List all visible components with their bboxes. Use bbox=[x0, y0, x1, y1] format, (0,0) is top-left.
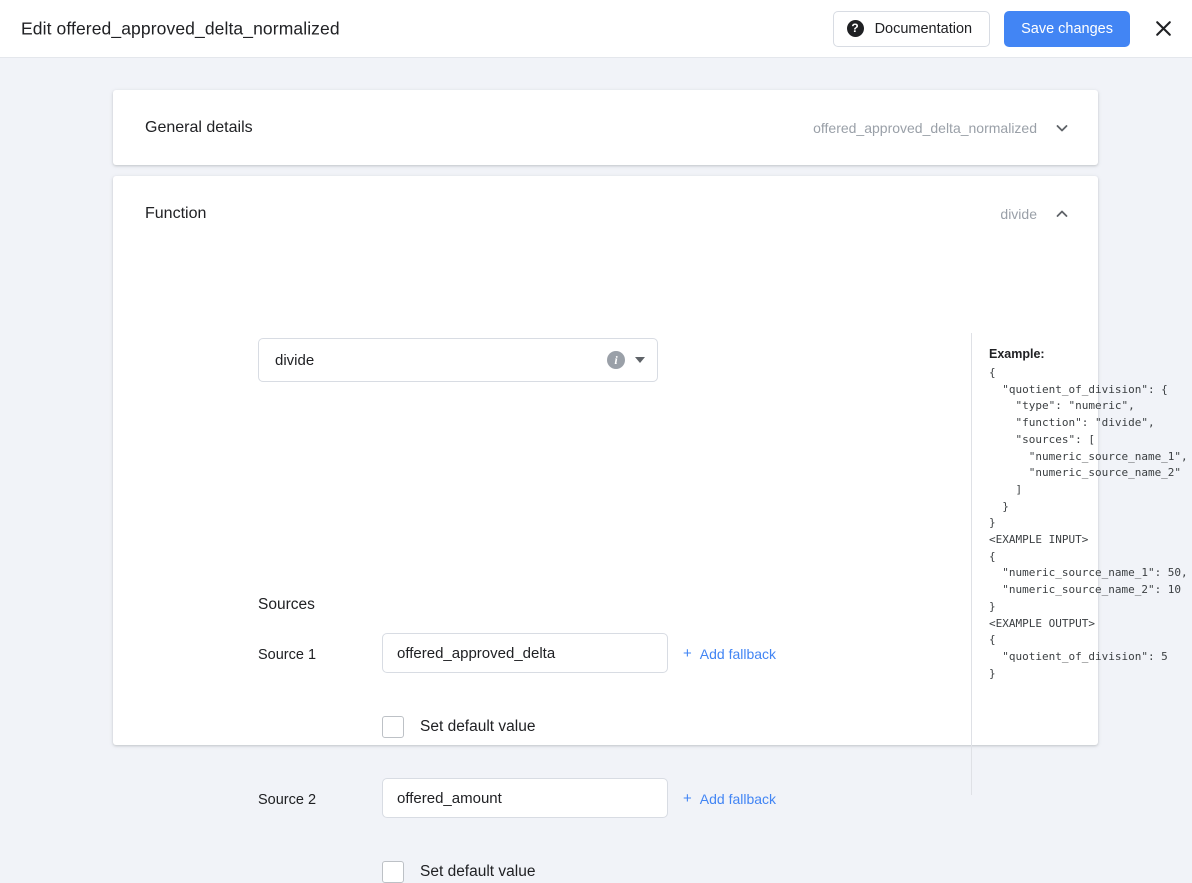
function-card: Function divide divide i Sources Source … bbox=[113, 176, 1188, 883]
general-details-header-right: offered_approved_delta_normalized bbox=[813, 120, 1070, 136]
source-2-label: Source 2 bbox=[258, 792, 317, 808]
general-details-card: General details offered_approved_delta_n… bbox=[113, 90, 1098, 165]
general-details-header[interactable]: General details offered_approved_delta_n… bbox=[113, 90, 1098, 165]
documentation-button-label: Documentation bbox=[874, 20, 973, 37]
chevron-down-icon[interactable] bbox=[1054, 120, 1070, 136]
source-1-input[interactable] bbox=[382, 633, 668, 673]
function-section-header-right: divide bbox=[1000, 206, 1070, 222]
add-fallback-label: Add fallback bbox=[699, 790, 777, 807]
general-details-value: offered_approved_delta_normalized bbox=[813, 119, 1037, 136]
page-title: Edit offered_approved_delta_normalized bbox=[21, 18, 340, 38]
source-1-add-fallback-link[interactable]: + Add fallback bbox=[683, 645, 776, 662]
chevron-down-icon[interactable] bbox=[635, 357, 645, 363]
chevron-up-icon[interactable] bbox=[1054, 206, 1070, 222]
function-section-value: divide bbox=[1000, 205, 1037, 222]
example-title: Example: bbox=[989, 347, 1045, 361]
close-icon bbox=[1155, 21, 1171, 36]
documentation-button[interactable]: ? Documentation bbox=[832, 10, 991, 47]
function-select-value: divide bbox=[275, 351, 315, 369]
general-details-title: General details bbox=[145, 118, 253, 136]
info-circle-icon[interactable]: i bbox=[607, 351, 625, 369]
function-section-title: Function bbox=[145, 204, 207, 222]
source-1-set-default-label[interactable]: Set default value bbox=[420, 718, 535, 736]
top-bar: Edit offered_approved_delta_normalized ?… bbox=[0, 0, 1192, 58]
source-1-default-row: Set default value bbox=[382, 716, 535, 738]
source-1-label: Source 1 bbox=[258, 647, 317, 663]
source-2-default-row: Set default value bbox=[382, 861, 535, 883]
plus-icon: + bbox=[683, 645, 692, 662]
close-button[interactable] bbox=[1148, 14, 1178, 44]
source-2-add-fallback-link[interactable]: + Add fallback bbox=[683, 790, 776, 807]
add-fallback-label: Add fallback bbox=[699, 645, 777, 662]
help-circle-icon: ? bbox=[846, 20, 864, 37]
function-select[interactable]: divide i bbox=[258, 338, 658, 382]
plus-icon: + bbox=[683, 790, 692, 807]
source-2-input[interactable] bbox=[382, 778, 668, 818]
sources-label: Sources bbox=[258, 596, 315, 613]
source-2-set-default-label[interactable]: Set default value bbox=[420, 863, 535, 881]
source-2-set-default-checkbox[interactable] bbox=[382, 861, 404, 883]
example-code: { "quotient_of_division": { "type": "num… bbox=[989, 366, 1188, 680]
panel-divider bbox=[971, 333, 972, 795]
function-section-header[interactable]: Function divide bbox=[113, 176, 1098, 251]
source-1-set-default-checkbox[interactable] bbox=[382, 716, 404, 738]
save-changes-button[interactable]: Save changes bbox=[1004, 10, 1130, 47]
top-bar-actions: ? Documentation Save changes bbox=[832, 10, 1178, 47]
example-panel: Example: { "quotient_of_division": { "ty… bbox=[989, 347, 1189, 682]
